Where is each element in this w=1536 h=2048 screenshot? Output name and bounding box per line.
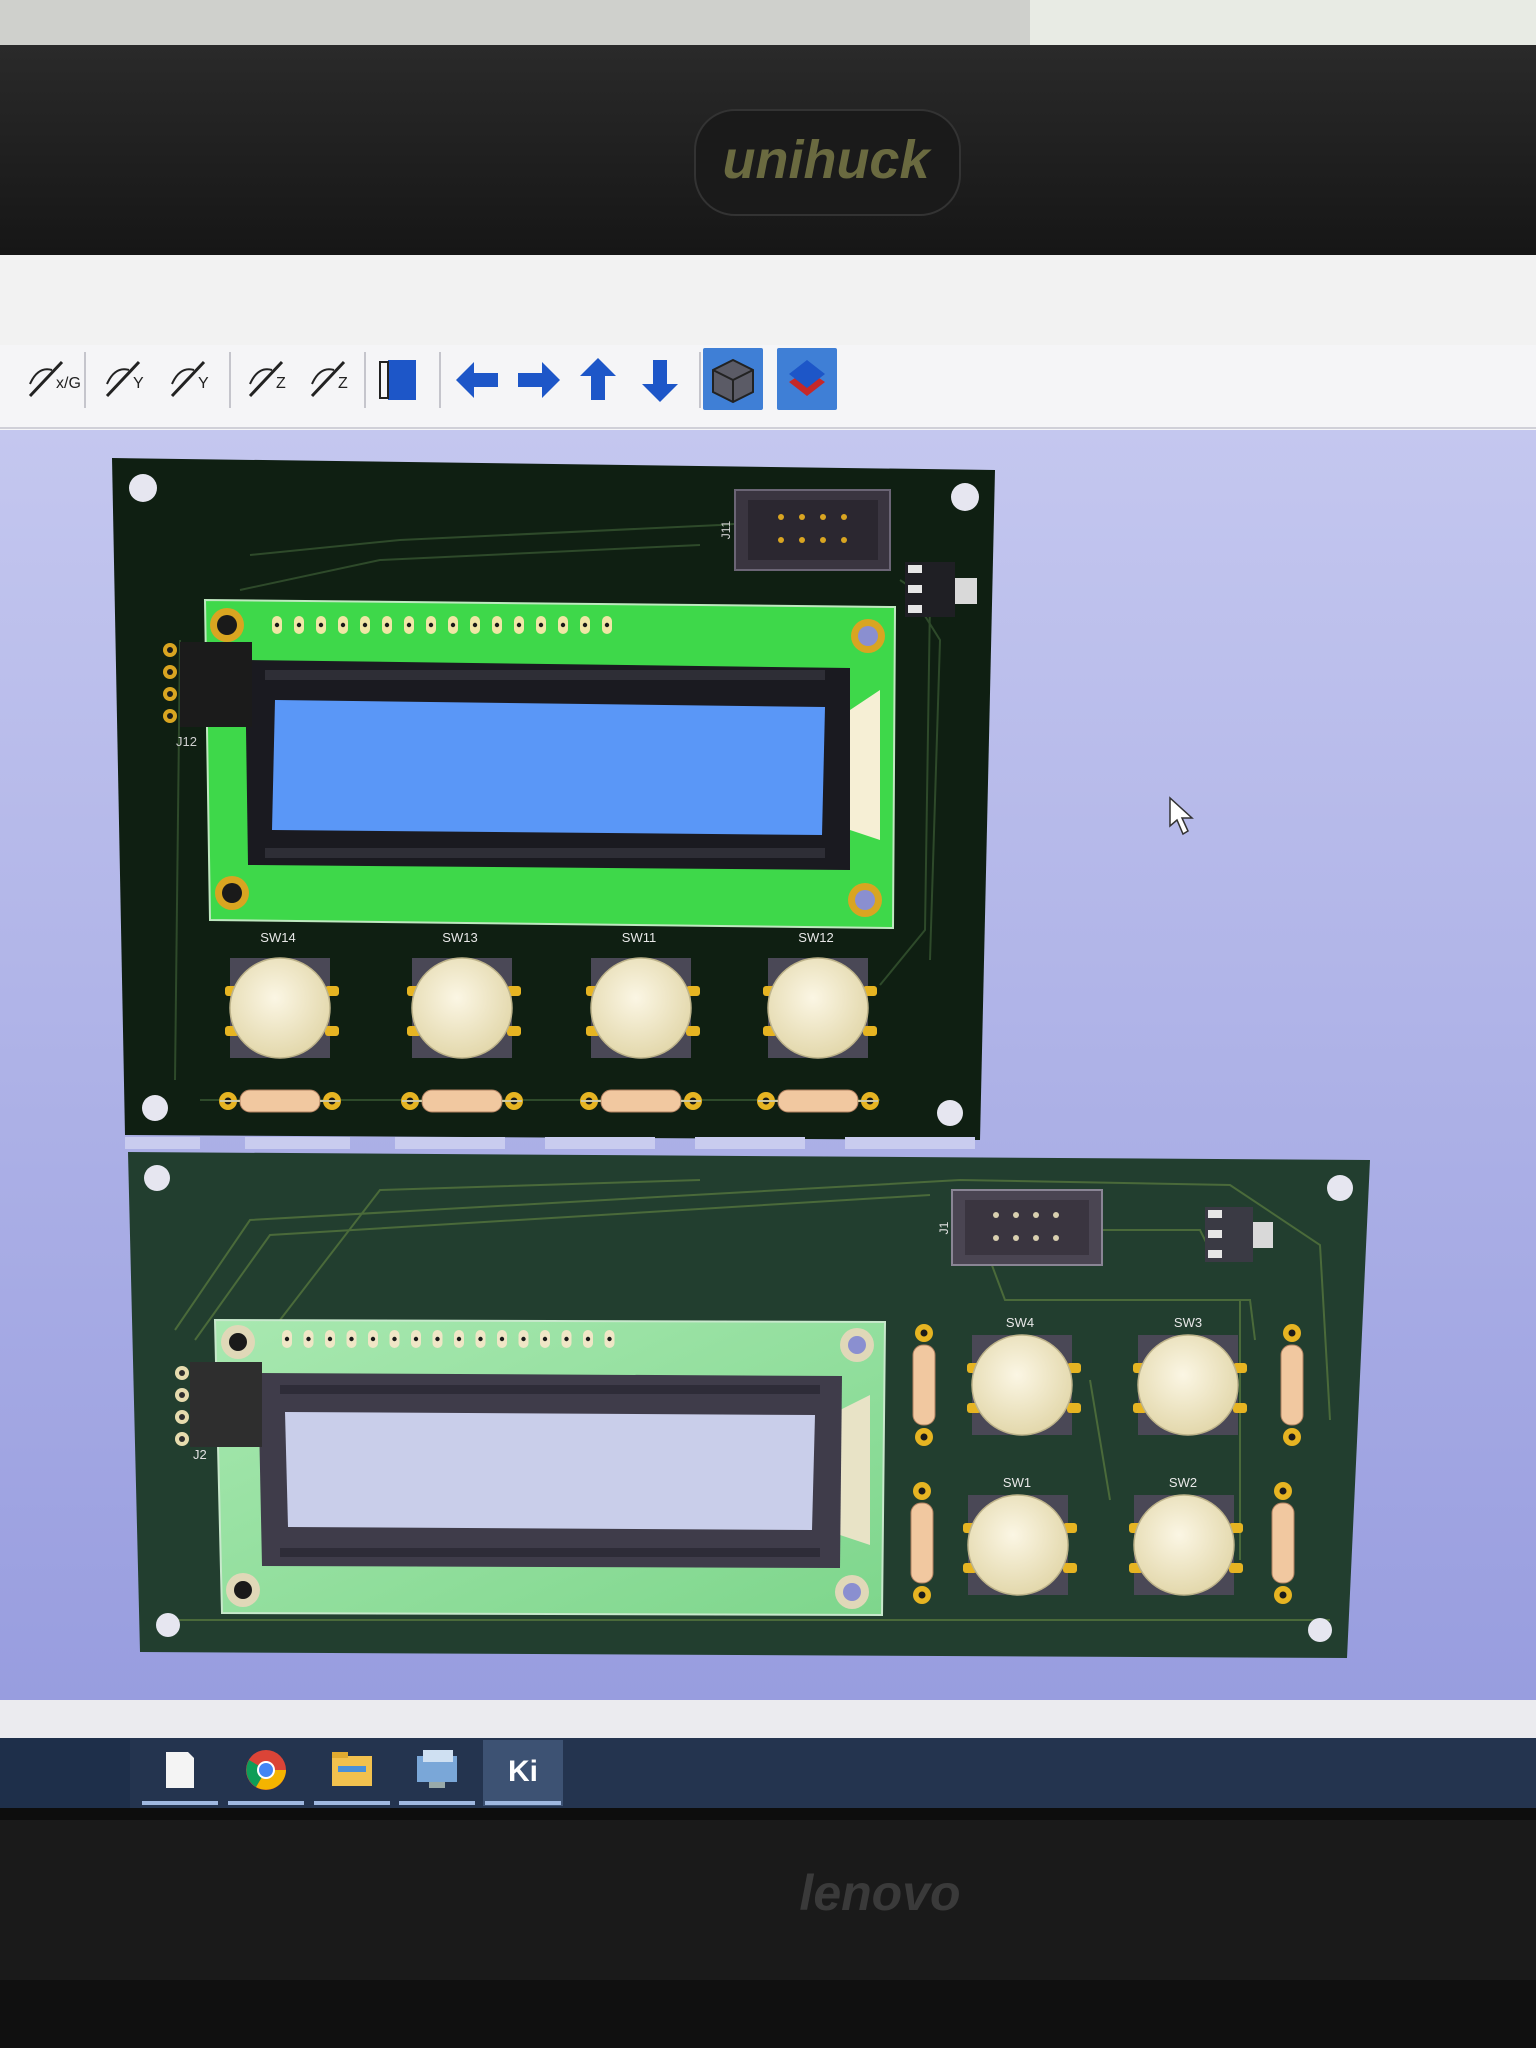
switch-cap — [229, 957, 331, 1059]
switch-ref-label: SW3 — [1174, 1315, 1202, 1330]
switch-ref-label: SW11 — [622, 930, 656, 945]
push-button-switch[interactable] — [225, 957, 339, 1059]
switch-cap — [1137, 1334, 1239, 1436]
svg-text:Z: Z — [338, 375, 348, 392]
svg-text:Y: Y — [133, 375, 144, 392]
statusbar — [0, 1700, 1536, 1740]
board-gap — [125, 1137, 975, 1149]
orthographic-icon — [712, 358, 754, 404]
notepad-icon — [166, 1752, 194, 1788]
kicad-taskbar-button[interactable]: Ki — [483, 1740, 563, 1806]
switch-cap — [590, 957, 692, 1059]
ref-j1-label: J1 — [937, 1221, 951, 1234]
lenovo-logo: lenovo — [799, 1865, 960, 1921]
switch-pad — [325, 1026, 339, 1036]
push-button-switch[interactable] — [763, 957, 877, 1059]
switch-ref-label: SW12 — [798, 930, 833, 945]
lcd-module-top — [203, 598, 897, 930]
layers-button[interactable] — [777, 348, 837, 410]
switch-pad — [507, 1026, 521, 1036]
switch-cap — [971, 1334, 1073, 1436]
switch-cap — [411, 957, 513, 1059]
pcb-board-bottom[interactable]: J1 J2 SW4 SW3SW1 SW2 — [128, 1152, 1370, 1658]
switch-pad — [1229, 1563, 1243, 1573]
switch-pad — [863, 1026, 877, 1036]
push-button-switch[interactable] — [407, 957, 521, 1059]
switch-ref-label: SW4 — [1006, 1315, 1034, 1330]
kicad-icon: Ki — [508, 1755, 538, 1788]
file-explorer-icon — [332, 1752, 372, 1786]
switch-pad — [1063, 1563, 1077, 1573]
switch-cap — [767, 957, 869, 1059]
svg-text:x/G: x/G — [56, 375, 81, 392]
push-button-switch[interactable] — [586, 957, 700, 1059]
lcd-module-bottom — [213, 1318, 887, 1617]
push-button-switch[interactable] — [967, 1334, 1081, 1436]
switch-cap — [1133, 1494, 1235, 1596]
switch-pad — [1067, 1403, 1081, 1413]
ref-j2-label: J2 — [193, 1447, 207, 1462]
svg-text:Z: Z — [276, 375, 286, 392]
switch-cap — [967, 1494, 1069, 1596]
switch-pad — [1233, 1403, 1247, 1413]
push-button-switch[interactable] — [1133, 1334, 1247, 1436]
orthographic-button[interactable] — [703, 348, 763, 410]
lcd-screen-grey — [285, 1412, 815, 1530]
switch-ref-label: SW1 — [1003, 1475, 1031, 1490]
push-button-switch[interactable] — [1129, 1494, 1243, 1596]
ref-j11-label: J11 — [719, 520, 733, 539]
pcb-board-top[interactable]: J11 J12 SW14 SW13 SW11 SW12 — [112, 458, 995, 1140]
switch-ref-label: SW2 — [1169, 1475, 1197, 1490]
chrome-icon — [246, 1750, 286, 1790]
svg-text:Y: Y — [198, 375, 209, 392]
ref-j12-label: J12 — [176, 734, 197, 749]
lcd-screen-blue — [272, 700, 825, 835]
switch-ref-label: SW13 — [442, 930, 477, 945]
webcam-brand-logo: unihuck — [722, 130, 932, 190]
kicad-label: Ki — [508, 1755, 538, 1788]
switch-ref-label: SW14 — [260, 930, 295, 945]
push-button-switch[interactable] — [963, 1494, 1077, 1596]
switch-pad — [686, 1026, 700, 1036]
window-titlebar — [0, 255, 1536, 350]
